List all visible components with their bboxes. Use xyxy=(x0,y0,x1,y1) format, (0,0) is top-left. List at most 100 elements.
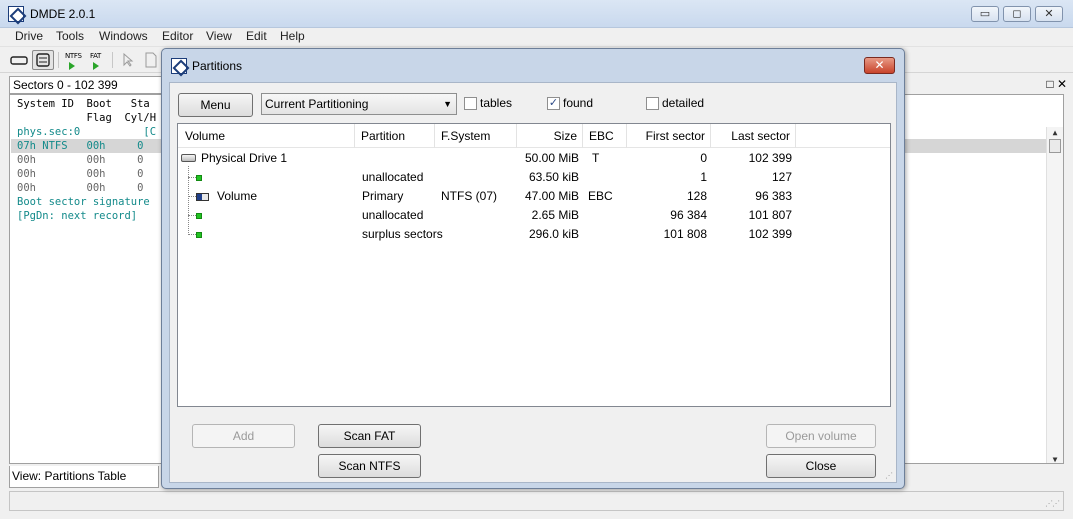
ebc-cell: EBC xyxy=(588,189,613,203)
chevron-down-icon: ▼ xyxy=(443,99,452,109)
size-cell: 63.50 kiB xyxy=(528,170,579,184)
menu-view[interactable]: View xyxy=(204,29,234,43)
volume-cell: Physical Drive 1 xyxy=(201,151,288,165)
checkbox-box[interactable] xyxy=(646,96,659,110)
window-title: DMDE 2.0.1 xyxy=(30,7,96,21)
menu-windows[interactable]: Windows xyxy=(97,29,150,43)
table-row[interactable]: 00h 00h 0 xyxy=(17,181,143,195)
list-header: Volume Partition F.System Size EBC First… xyxy=(178,124,890,148)
partitioning-select[interactable]: Current Partitioning ▼ xyxy=(261,93,457,115)
status-bar: ⋰⋰ xyxy=(9,491,1064,511)
open-volume-button[interactable]: Open volume xyxy=(766,424,876,448)
size-cell: 50.00 MiB xyxy=(524,151,579,165)
select-value: Current Partitioning xyxy=(265,97,369,111)
column-ebc[interactable]: EBC xyxy=(583,124,627,148)
partition-cell: unallocated xyxy=(362,170,424,184)
title-bar: DMDE 2.0.1 ▭ ◻ ✕ xyxy=(0,0,1073,28)
size-cell: 2.65 MiB xyxy=(531,208,579,222)
ebc-cell: T xyxy=(592,151,600,165)
sectors-header: Sectors 0 - 102 399 xyxy=(9,76,169,94)
menu-tools[interactable]: Tools xyxy=(54,29,86,43)
unallocated-icon xyxy=(196,213,202,219)
table-row[interactable]: unallocated 63.50 kiB 1 127 xyxy=(178,168,890,187)
checkbox-label: tables xyxy=(480,96,513,110)
pgdn-hint-line: [PgDn: next record] xyxy=(17,210,138,222)
scroll-up-icon[interactable]: ▲ xyxy=(1047,128,1063,137)
document-tool-button[interactable] xyxy=(140,50,162,70)
column-fsystem[interactable]: F.System xyxy=(435,124,517,148)
menu-button[interactable]: Menu xyxy=(178,93,253,117)
checkbox-box[interactable]: ✓ xyxy=(547,96,560,110)
pane-controls[interactable]: □ ✕ xyxy=(1046,77,1067,91)
scan-fat-toolbar-button[interactable]: FAT xyxy=(86,50,108,70)
menu-editor[interactable]: Editor xyxy=(160,29,195,43)
fs-cell: NTFS (07) xyxy=(441,189,498,203)
last-sector-cell: 96 383 xyxy=(755,189,792,203)
table-row[interactable]: 00h 00h 0 xyxy=(17,167,143,181)
column-last-sector[interactable]: Last sector xyxy=(711,124,796,148)
partitions-view-button[interactable] xyxy=(32,50,54,70)
partitions-dialog: Partitions ✕ Menu Current Partitioning ▼… xyxy=(161,48,905,489)
surplus-sectors-icon xyxy=(196,232,202,238)
column-partition[interactable]: Partition xyxy=(355,124,435,148)
menu-drive[interactable]: Drive xyxy=(13,29,45,43)
hard-drive-icon xyxy=(181,154,196,162)
checkbox-box[interactable] xyxy=(464,96,477,110)
partitions-icon xyxy=(36,53,50,67)
column-volume[interactable]: Volume xyxy=(178,124,355,148)
fat-label: FAT xyxy=(90,52,102,60)
first-sector-cell: 0 xyxy=(700,151,707,165)
resize-grip-icon[interactable]: ⋰⋰ xyxy=(1045,499,1060,508)
scroll-down-icon[interactable]: ▼ xyxy=(1047,455,1063,463)
volume-cell: Volume xyxy=(217,189,258,203)
scroll-thumb[interactable] xyxy=(1049,139,1061,153)
table-row[interactable]: surplus sectors 296.0 kiB 101 808 102 39… xyxy=(178,225,890,244)
menu-edit[interactable]: Edit xyxy=(244,29,269,43)
disk-view-button[interactable] xyxy=(8,50,30,70)
document-icon xyxy=(145,52,157,68)
column-header: Flag Cyl/H xyxy=(17,112,157,124)
table-row[interactable]: unallocated 2.65 MiB 96 384 101 807 xyxy=(178,206,890,225)
detailed-checkbox[interactable]: detailed xyxy=(646,95,704,111)
boot-signature-line: Boot sector signature xyxy=(17,196,150,208)
vertical-scrollbar[interactable]: ▲ ▼ xyxy=(1046,127,1063,463)
menu-bar: Drive Tools Windows Editor View Edit Hel… xyxy=(0,28,1073,47)
close-icon: ✕ xyxy=(1044,8,1054,20)
dialog-app-icon xyxy=(171,58,187,74)
disk-icon xyxy=(10,56,28,65)
table-row[interactable]: Physical Drive 1 50.00 MiB T 0 102 399 xyxy=(178,149,890,168)
scan-ntfs-button[interactable]: Scan NTFS xyxy=(318,454,421,478)
unallocated-icon xyxy=(196,175,202,181)
dialog-body: Menu Current Partitioning ▼ tables ✓ fou… xyxy=(169,82,897,483)
add-button[interactable]: Add xyxy=(192,424,295,448)
scan-ntfs-toolbar-button[interactable]: NTFS xyxy=(62,50,84,70)
dialog-close-button[interactable]: ✕ xyxy=(864,57,895,74)
menu-help[interactable]: Help xyxy=(278,29,307,43)
partitions-list[interactable]: Volume Partition F.System Size EBC First… xyxy=(177,123,891,407)
size-cell: 296.0 kiB xyxy=(528,227,579,241)
found-checkbox[interactable]: ✓ found xyxy=(547,95,593,111)
size-cell: 47.00 MiB xyxy=(524,189,579,203)
close-dialog-button[interactable]: Close xyxy=(766,454,876,478)
partition-cell: unallocated xyxy=(362,208,424,222)
tables-checkbox[interactable]: tables xyxy=(464,95,512,111)
resize-grip-icon[interactable]: ⋰ xyxy=(885,471,893,480)
scan-fat-button[interactable]: Scan FAT xyxy=(318,424,421,448)
partition-cell: surplus sectors xyxy=(362,227,443,241)
column-header: System ID Boot Sta xyxy=(17,98,150,110)
first-sector-cell: 1 xyxy=(700,170,707,184)
maximize-button[interactable]: ◻ xyxy=(1003,6,1031,22)
table-row[interactable]: 00h 00h 0 xyxy=(17,153,143,167)
checkbox-label: detailed xyxy=(662,96,705,110)
column-first-sector[interactable]: First sector xyxy=(627,124,711,148)
table-row[interactable]: Volume Primary NTFS (07) 47.00 MiB EBC 1… xyxy=(178,187,890,206)
minimize-button[interactable]: ▭ xyxy=(971,6,999,22)
pointer-tool-button[interactable] xyxy=(116,50,138,70)
close-button[interactable]: ✕ xyxy=(1035,6,1063,22)
column-size[interactable]: Size xyxy=(517,124,583,148)
view-label: View: Partitions Table xyxy=(9,466,159,488)
ntfs-label: NTFS xyxy=(65,52,82,60)
checkbox-label: found xyxy=(563,96,594,110)
last-sector-cell: 101 807 xyxy=(748,208,792,222)
last-sector-cell: 127 xyxy=(771,170,792,184)
